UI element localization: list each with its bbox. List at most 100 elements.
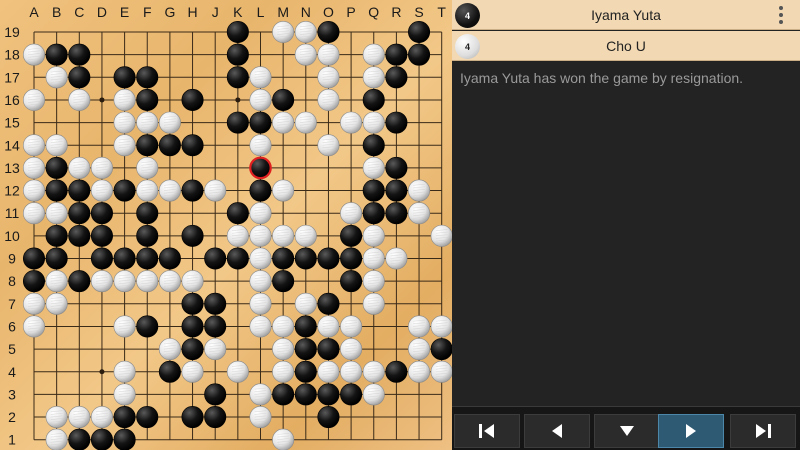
row-label: 3 [8, 386, 16, 402]
variation-down-button[interactable] [594, 414, 660, 448]
white-stone [317, 66, 340, 89]
white-stone [22, 156, 46, 179]
white-stone [249, 315, 272, 338]
white-stone [22, 179, 46, 202]
black-stone [340, 247, 363, 270]
white-stone [136, 156, 159, 179]
row-label: 18 [4, 47, 20, 63]
previous-move-button[interactable] [524, 414, 590, 448]
first-move-button[interactable] [454, 414, 520, 448]
white-stone [408, 202, 431, 225]
column-label: H [187, 4, 197, 20]
star-point [99, 97, 105, 103]
black-stone [385, 179, 408, 202]
row-label: 6 [8, 318, 16, 334]
column-label: E [120, 4, 129, 20]
black-stone [136, 88, 159, 111]
black-stone [181, 292, 204, 315]
comment-box[interactable]: Iyama Yuta has won the game by resignati… [452, 62, 800, 407]
black-stone [68, 270, 91, 293]
player-name-white: Cho U [606, 38, 646, 54]
black-stone [317, 292, 340, 315]
column-label: K [233, 4, 243, 20]
white-stone [204, 338, 227, 361]
column-label: N [301, 4, 311, 20]
black-stone [113, 247, 136, 270]
row-label: 1 [8, 432, 16, 448]
black-stone [272, 247, 295, 270]
black-stone [226, 43, 249, 66]
white-stone [90, 406, 113, 429]
column-label: C [74, 4, 84, 20]
white-stone [45, 406, 68, 429]
white-stone [181, 360, 204, 383]
white-stone [430, 315, 452, 338]
white-stone [317, 43, 340, 66]
black-stone [181, 179, 204, 202]
column-label: A [29, 4, 39, 20]
black-stone [22, 270, 46, 293]
white-stone [158, 270, 181, 293]
star-point [99, 369, 105, 375]
white-stone [340, 315, 363, 338]
white-stone [136, 270, 159, 293]
black-stone [226, 247, 249, 270]
white-stone [249, 406, 272, 429]
white-stone [249, 383, 272, 406]
black-stone [408, 43, 431, 66]
row-label: 4 [8, 364, 16, 380]
black-stone [181, 134, 204, 157]
white-stone [22, 292, 46, 315]
black-stone [317, 247, 340, 270]
white-stone [113, 270, 136, 293]
white-stone [272, 338, 295, 361]
column-label: L [257, 4, 265, 20]
white-stone [408, 360, 431, 383]
white-stone [294, 20, 317, 44]
white-stone [249, 66, 272, 89]
black-stone [158, 247, 181, 270]
white-stone [22, 315, 46, 338]
white-stone [158, 179, 181, 202]
column-label: O [323, 4, 334, 20]
black-stone [136, 202, 159, 225]
column-label: S [414, 4, 423, 20]
black-stone [204, 406, 227, 429]
white-stone [294, 224, 317, 247]
white-stone [113, 360, 136, 383]
white-stone [45, 202, 68, 225]
black-stone [294, 315, 317, 338]
board-grid[interactable]: A B C D E F G H J K L M N O P Q R S T191817161514131211109… [0, 0, 452, 450]
black-stone [204, 315, 227, 338]
black-stone [45, 43, 68, 66]
go-board[interactable]: A B C D E F G H J K L M N O P Q R S T 19 18 17 16 15 14 13 12 11 10 9… [0, 0, 452, 450]
black-stone [181, 224, 204, 247]
black-stone [181, 315, 204, 338]
black-stone [90, 202, 113, 225]
navigation-bar [452, 410, 800, 450]
white-stone [294, 43, 317, 66]
white-stone [317, 134, 340, 157]
white-stone [272, 428, 295, 450]
black-stone [181, 88, 204, 111]
black-stone [136, 406, 159, 429]
black-stone [340, 224, 363, 247]
previous-move-icon [552, 424, 562, 438]
black-stone [294, 247, 317, 270]
last-move-icon [756, 424, 771, 438]
row-label: 14 [4, 137, 20, 153]
black-stone [385, 66, 408, 89]
black-stone [362, 134, 385, 157]
last-move-button[interactable] [730, 414, 796, 448]
white-stone [317, 360, 340, 383]
black-stone [385, 43, 408, 66]
black-stone [385, 202, 408, 225]
white-stone [158, 338, 181, 361]
white-stone [158, 111, 181, 134]
black-stone [272, 88, 295, 111]
white-stone-icon: 4 [455, 34, 480, 59]
black-stone [317, 383, 340, 406]
next-move-button[interactable] [658, 414, 724, 448]
column-label: D [97, 4, 107, 20]
more-vert-icon[interactable] [778, 4, 784, 26]
